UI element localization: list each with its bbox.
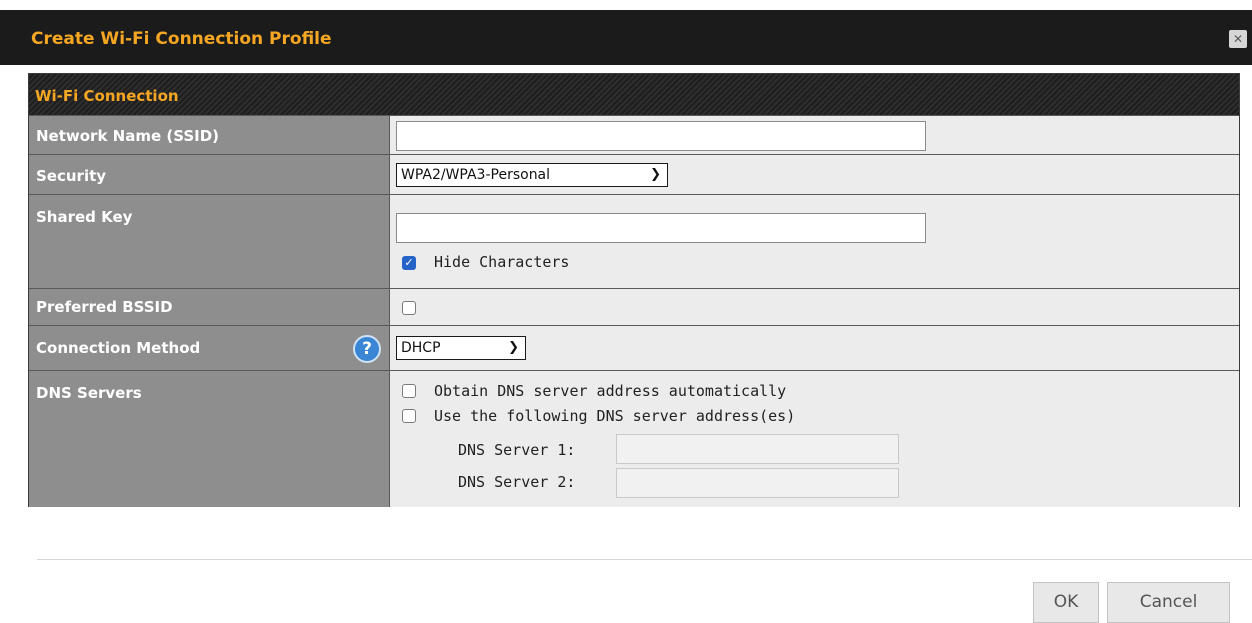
dns-manual-radio[interactable] xyxy=(402,409,416,423)
cancel-button[interactable]: Cancel xyxy=(1107,582,1230,623)
ssid-input[interactable] xyxy=(396,121,926,151)
wifi-connection-panel: Wi-Fi Connection Network Name (SSID) Sec… xyxy=(28,73,1240,507)
dns-server-1-input[interactable] xyxy=(616,434,899,464)
shared-key-label: Shared Key xyxy=(36,208,133,226)
shared-key-input[interactable] xyxy=(396,213,926,243)
connection-method-select-value: DHCP xyxy=(401,340,441,356)
dialog-title: Create Wi-Fi Connection Profile xyxy=(31,29,332,49)
dns-server-1-label: DNS Server 1: xyxy=(458,441,576,459)
preferred-bssid-checkbox[interactable] xyxy=(402,301,416,315)
shared-key-label-cell: Shared Key xyxy=(29,195,390,288)
dns-server-2-label: DNS Server 2: xyxy=(458,473,576,491)
ssid-label: Network Name (SSID) xyxy=(36,127,220,145)
dns-servers-label: DNS Servers xyxy=(36,384,142,402)
connection-method-label-cell: Connection Method ? xyxy=(29,326,390,370)
ssid-value-cell xyxy=(390,116,1239,154)
footer-divider xyxy=(37,559,1252,560)
row-connection-method: Connection Method ? DHCP ❯ xyxy=(29,325,1239,370)
ok-button[interactable]: OK xyxy=(1033,582,1099,623)
row-ssid: Network Name (SSID) xyxy=(29,115,1239,154)
row-shared-key: Shared Key ✓ Hide Characters xyxy=(29,194,1239,288)
security-select[interactable]: WPA2/WPA3-Personal ❯ xyxy=(396,163,668,187)
close-icon[interactable]: ✕ xyxy=(1229,30,1247,48)
chevron-down-icon: ❯ xyxy=(508,340,519,355)
hide-characters-checkbox[interactable]: ✓ xyxy=(402,256,416,270)
connection-method-select[interactable]: DHCP ❯ xyxy=(396,336,526,360)
dns-auto-label: Obtain DNS server address automatically xyxy=(434,382,787,400)
dns-manual-label: Use the following DNS server address(es) xyxy=(434,407,796,425)
connection-method-value-cell: DHCP ❯ xyxy=(390,326,1239,370)
dns-servers-value-cell: Obtain DNS server address automatically … xyxy=(390,371,1239,507)
help-icon[interactable]: ? xyxy=(353,335,381,363)
section-header-label: Wi-Fi Connection xyxy=(35,87,179,105)
preferred-bssid-label: Preferred BSSID xyxy=(36,298,173,316)
ssid-label-cell: Network Name (SSID) xyxy=(29,116,390,154)
row-dns-servers: DNS Servers Obtain DNS server address au… xyxy=(29,370,1239,507)
security-label: Security xyxy=(36,167,107,185)
row-security: Security WPA2/WPA3-Personal ❯ xyxy=(29,154,1239,194)
security-value-cell: WPA2/WPA3-Personal ❯ xyxy=(390,155,1239,194)
section-header: Wi-Fi Connection xyxy=(29,74,1239,115)
dns-server-2-input[interactable] xyxy=(616,468,899,498)
connection-method-label: Connection Method xyxy=(36,339,201,357)
shared-key-value-cell: ✓ Hide Characters xyxy=(390,195,1239,288)
hide-characters-label: Hide Characters xyxy=(434,253,570,271)
preferred-bssid-label-cell: Preferred BSSID xyxy=(29,289,390,325)
dns-servers-label-cell: DNS Servers xyxy=(29,371,390,507)
preferred-bssid-value-cell xyxy=(390,289,1239,325)
security-label-cell: Security xyxy=(29,155,390,194)
security-select-value: WPA2/WPA3-Personal xyxy=(401,167,551,183)
chevron-down-icon: ❯ xyxy=(650,167,661,182)
row-preferred-bssid: Preferred BSSID xyxy=(29,288,1239,325)
dns-auto-radio[interactable] xyxy=(402,384,416,398)
